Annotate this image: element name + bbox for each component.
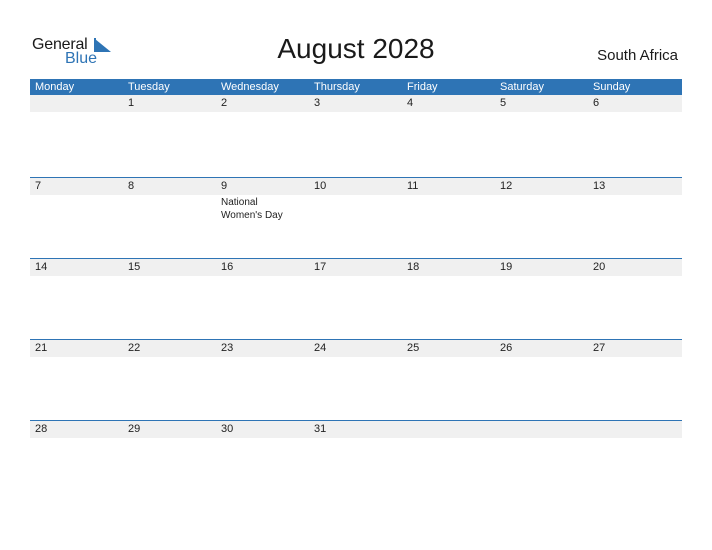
holiday-event [402, 276, 495, 277]
holiday-event [402, 438, 495, 439]
holiday-event [309, 112, 402, 113]
day-number: 29 [128, 423, 141, 435]
holiday-event [402, 112, 495, 113]
holiday-event [216, 357, 309, 358]
events-row [30, 276, 682, 277]
holiday-event [588, 195, 682, 222]
holiday-event [30, 357, 123, 358]
day-number: 30 [221, 423, 234, 435]
holiday-event [30, 112, 123, 113]
holiday-event [588, 438, 682, 439]
day-number: 17 [314, 261, 327, 273]
holiday-event [495, 438, 588, 439]
day-number: 15 [128, 261, 141, 273]
holiday-event: National Women's Day [221, 197, 283, 221]
week-row: 14 15 16 17 18 19 20 [30, 258, 682, 339]
weekday-friday: Friday [407, 81, 438, 93]
holiday-event [309, 276, 402, 277]
day-number: 31 [314, 423, 327, 435]
day-number [495, 421, 588, 438]
holiday-event [495, 276, 588, 277]
holiday-event [495, 112, 588, 113]
holiday-event [495, 357, 588, 358]
week-row: 21 22 23 24 25 26 27 [30, 339, 682, 420]
events-row [30, 357, 682, 358]
weekday-header: Monday Tuesday Wednesday Thursday Friday Satu… [30, 79, 682, 95]
day-number: 27 [593, 342, 606, 354]
day-number-bar: 14 15 16 17 18 19 20 [30, 259, 682, 276]
day-number: 26 [500, 342, 513, 354]
weekday-sunday: Sunday [593, 81, 631, 93]
day-number: 12 [500, 180, 513, 192]
day-number: 22 [128, 342, 141, 354]
weekday-tuesday: Tuesday [128, 81, 170, 93]
holiday-event [30, 276, 123, 277]
holiday-event [402, 195, 495, 222]
day-number: 20 [593, 261, 606, 273]
day-number-bar: 28 29 30 31 [30, 421, 682, 438]
week-row: 7 8 9 10 11 12 13 National Women's Day [30, 177, 682, 258]
holiday-event [588, 112, 682, 113]
day-number: 21 [35, 342, 48, 354]
day-number: 19 [500, 261, 513, 273]
day-number-bar: 21 22 23 24 25 26 27 [30, 340, 682, 357]
day-number: 8 [128, 180, 135, 192]
holiday-event [588, 276, 682, 277]
week-row: 1 2 3 4 5 6 [30, 95, 682, 177]
events-row: National Women's Day [30, 195, 682, 222]
holiday-event [309, 357, 402, 358]
weekday-thursday: Thursday [314, 81, 360, 93]
holiday-event [216, 276, 309, 277]
holiday-event [495, 195, 588, 222]
day-number: 24 [314, 342, 327, 354]
day-number: 6 [593, 97, 600, 109]
holiday-event [309, 195, 402, 222]
events-row [30, 112, 682, 113]
week-row: 28 29 30 31 [30, 420, 682, 501]
day-number: 7 [35, 180, 42, 192]
day-number-bar: 7 8 9 10 11 12 13 [30, 178, 682, 195]
country-label: South Africa [597, 47, 678, 64]
holiday-event [123, 438, 216, 439]
holiday-event [402, 357, 495, 358]
day-number [588, 421, 682, 438]
day-number: 14 [35, 261, 48, 273]
day-number [402, 421, 495, 438]
holiday-event [30, 195, 123, 222]
day-number [30, 95, 123, 112]
day-number: 13 [593, 180, 606, 192]
holiday-event [123, 195, 216, 222]
day-number: 23 [221, 342, 234, 354]
day-number: 25 [407, 342, 420, 354]
holiday-event [216, 112, 309, 113]
calendar-grid: Monday Tuesday Wednesday Thursday Friday Satu… [30, 79, 682, 501]
day-number: 28 [35, 423, 48, 435]
day-number: 3 [314, 97, 321, 109]
weekday-saturday: Saturday [500, 81, 545, 93]
holiday-event [30, 438, 123, 439]
weekday-monday: Monday [35, 81, 75, 93]
events-row [30, 438, 682, 439]
weekday-wednesday: Wednesday [221, 81, 279, 93]
holiday-event [123, 112, 216, 113]
day-number: 16 [221, 261, 234, 273]
day-number: 9 [221, 180, 228, 192]
day-number: 4 [407, 97, 414, 109]
day-number: 5 [500, 97, 507, 109]
holiday-event [309, 438, 402, 439]
day-number-bar: 1 2 3 4 5 6 [30, 95, 682, 112]
day-number: 18 [407, 261, 420, 273]
day-number: 11 [407, 180, 419, 192]
holiday-event [123, 357, 216, 358]
day-number: 10 [314, 180, 327, 192]
holiday-event [123, 276, 216, 277]
day-number: 1 [128, 97, 135, 109]
holiday-event [216, 438, 309, 439]
holiday-event [588, 357, 682, 358]
day-number: 2 [221, 97, 228, 109]
